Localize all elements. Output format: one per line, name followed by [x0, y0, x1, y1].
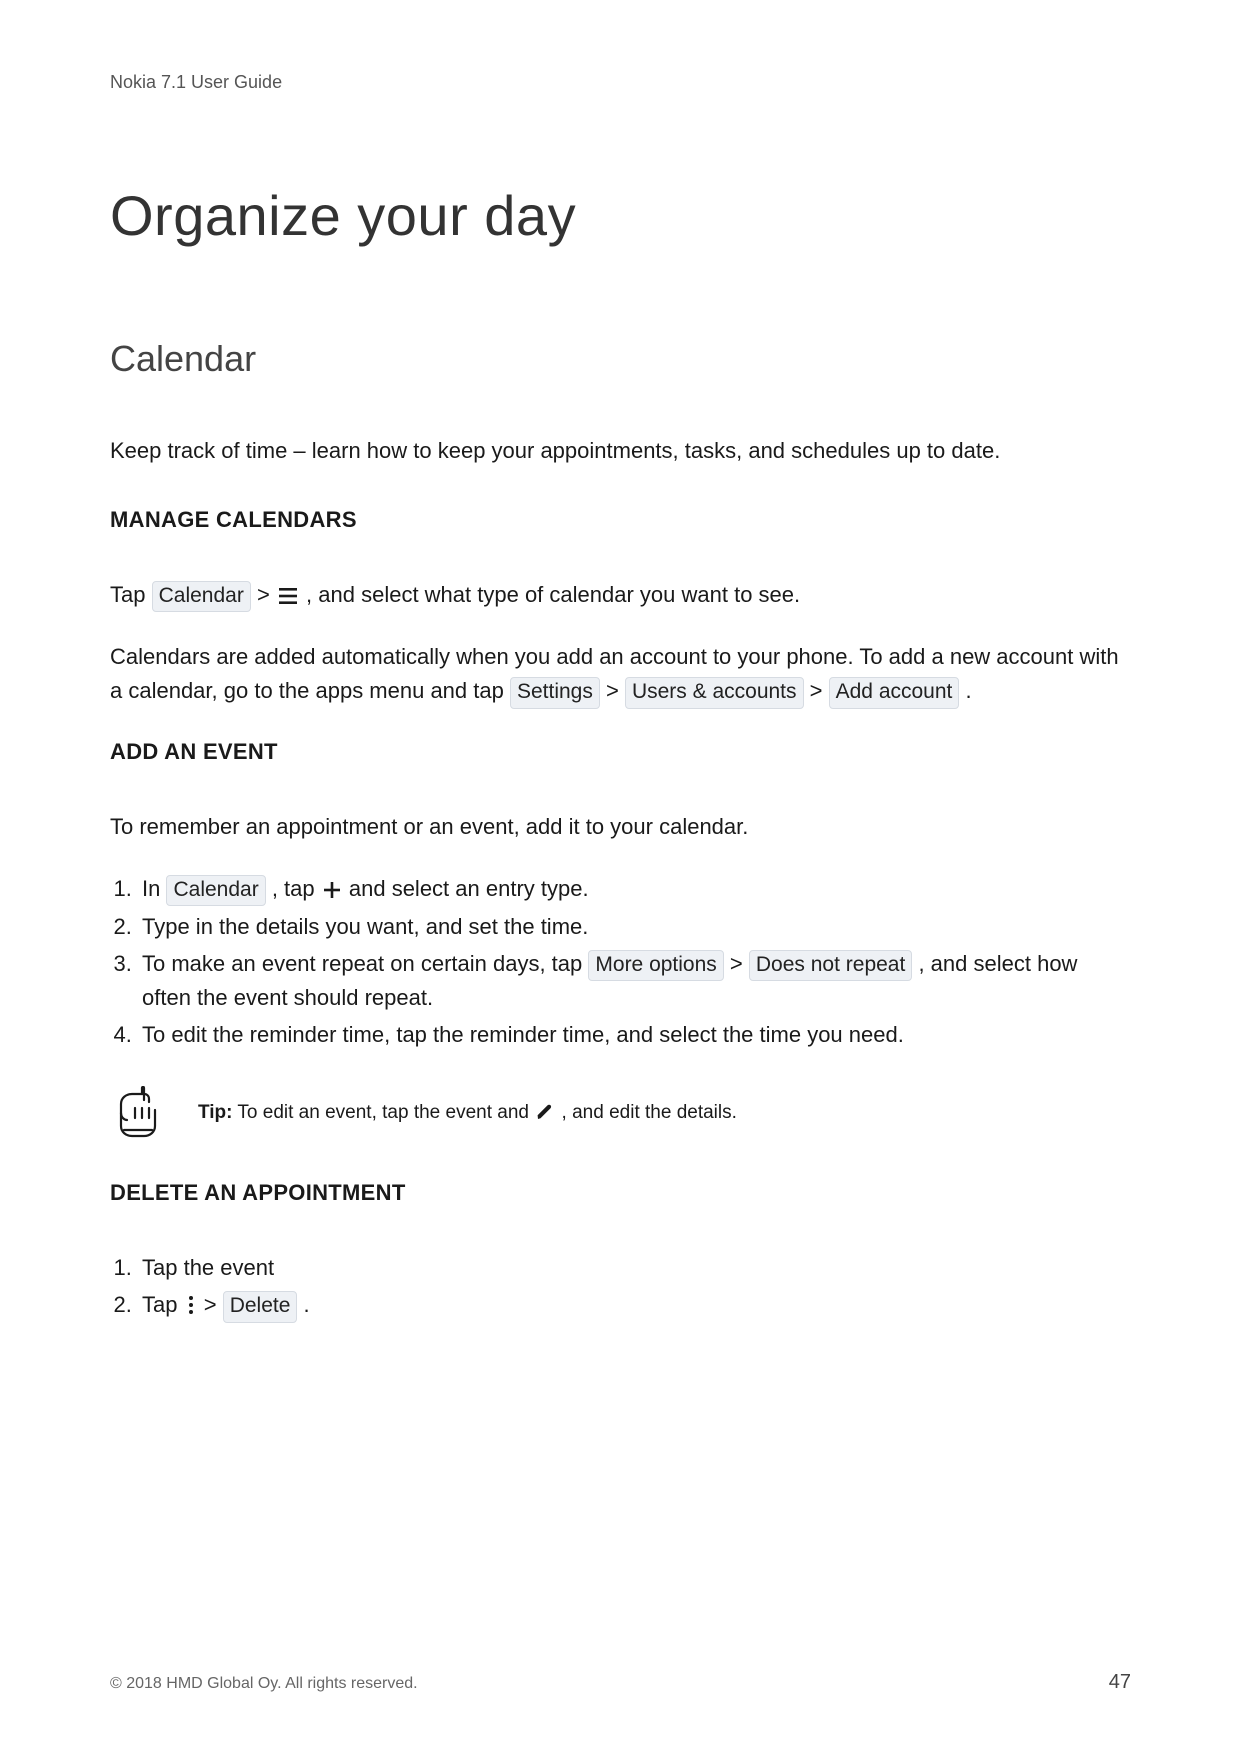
- ui-label-add-account: Add account: [829, 677, 960, 708]
- list-item: Type in the details you want, and set th…: [138, 910, 1131, 943]
- text: Type in the details you want, and set th…: [142, 914, 588, 939]
- list-item: Tap > Delete .: [138, 1288, 1131, 1322]
- text: To edit the reminder time, tap the remin…: [142, 1022, 904, 1047]
- text-gt: >: [257, 582, 276, 607]
- text: .: [304, 1292, 310, 1317]
- ui-label-does-not-repeat: Does not repeat: [749, 950, 912, 981]
- text: , and select what type of calendar you w…: [306, 582, 800, 607]
- pencil-icon: [536, 1103, 554, 1121]
- text: In: [142, 876, 166, 901]
- plus-icon: [323, 881, 341, 899]
- heading-manage-calendars: MANAGE CALENDARS: [110, 507, 1131, 533]
- text-gt: >: [606, 678, 625, 703]
- text: To make an event repeat on certain days,…: [142, 951, 588, 976]
- chapter-title: Organize your day: [110, 183, 1131, 248]
- heading-add-event: ADD AN EVENT: [110, 739, 1131, 765]
- page-number: 47: [1109, 1671, 1131, 1694]
- copyright-text: © 2018 HMD Global Oy. All rights reserve…: [110, 1675, 418, 1693]
- text: , and edit the details.: [562, 1102, 737, 1123]
- ui-label-settings: Settings: [510, 677, 600, 708]
- text-gt: >: [204, 1292, 223, 1317]
- text: , tap: [272, 876, 321, 901]
- text: Tap the event: [142, 1255, 274, 1280]
- ui-label-users-accounts: Users & accounts: [625, 677, 804, 708]
- tip-label: Tip:: [198, 1102, 232, 1123]
- ui-label-calendar: Calendar: [152, 581, 251, 612]
- heading-delete-appointment: DELETE AN APPOINTMENT: [110, 1180, 1131, 1206]
- list-item: To make an event repeat on certain days,…: [138, 947, 1131, 1014]
- tip-block: Tip: To edit an event, tap the event and…: [110, 1086, 1131, 1140]
- list-item: To edit the reminder time, tap the remin…: [138, 1018, 1131, 1051]
- text-gt: >: [730, 951, 749, 976]
- running-header: Nokia 7.1 User Guide: [110, 72, 1131, 93]
- section-intro: Keep track of time – learn how to keep y…: [110, 435, 1131, 467]
- add-event-intro: To remember an appointment or an event, …: [110, 810, 1131, 844]
- more-vert-icon: [186, 1295, 196, 1315]
- text: To edit an event, tap the event and: [237, 1102, 534, 1123]
- add-event-steps: In Calendar , tap and select an entry ty…: [110, 872, 1131, 1052]
- ui-label-calendar: Calendar: [166, 875, 265, 906]
- list-item: In Calendar , tap and select an entry ty…: [138, 872, 1131, 906]
- hand-point-icon: [112, 1086, 166, 1140]
- section-title-calendar: Calendar: [110, 338, 1131, 380]
- page-footer: © 2018 HMD Global Oy. All rights reserve…: [110, 1671, 1131, 1694]
- list-item: Tap the event: [138, 1251, 1131, 1284]
- text: and select an entry type.: [349, 876, 589, 901]
- text-gt: >: [810, 678, 829, 703]
- ui-label-more-options: More options: [588, 950, 723, 981]
- manage-line-1: Tap Calendar > , and select what type of…: [110, 578, 1131, 612]
- delete-steps: Tap the event Tap > Delete .: [110, 1251, 1131, 1322]
- hamburger-icon: [278, 587, 298, 605]
- text: .: [966, 678, 972, 703]
- tip-text: Tip: To edit an event, tap the event and…: [198, 1100, 737, 1127]
- page: Nokia 7.1 User Guide Organize your day C…: [0, 0, 1241, 1754]
- text: Tap: [110, 582, 152, 607]
- manage-para-2: Calendars are added automatically when y…: [110, 640, 1131, 708]
- text: Tap: [142, 1292, 184, 1317]
- ui-label-delete: Delete: [223, 1291, 298, 1322]
